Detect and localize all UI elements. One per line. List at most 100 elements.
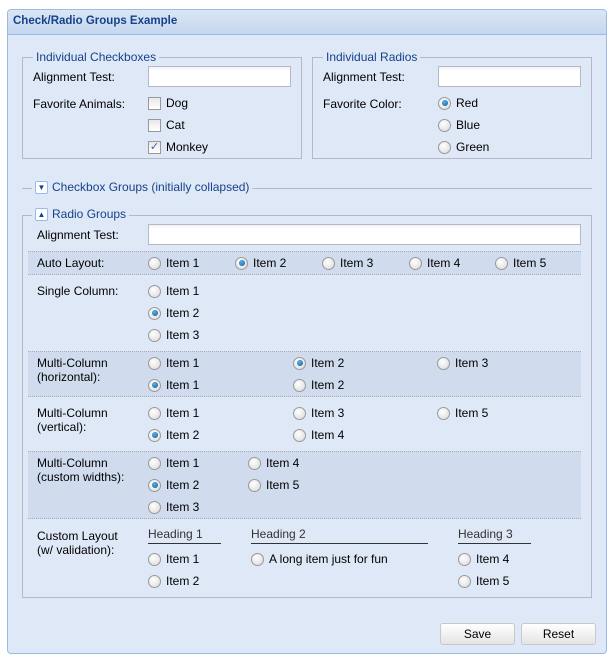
- mv-radio-4[interactable]: Item 4: [293, 427, 344, 443]
- mc-radio-4[interactable]: Item 4: [248, 455, 299, 471]
- option-label: Item 2: [166, 306, 200, 320]
- option-label: Item 2: [166, 478, 200, 492]
- multi-custom-row: [28, 451, 581, 519]
- alignment-label: Alignment Test:: [37, 228, 119, 242]
- option-label: Item 3: [455, 356, 489, 370]
- mc-radio-2[interactable]: Item 2: [148, 477, 199, 493]
- radio-icon: [148, 256, 161, 270]
- option-label: Item 2: [166, 428, 200, 442]
- radio-icon: [248, 478, 261, 492]
- radio-blue[interactable]: Blue: [438, 117, 480, 133]
- radio-icon: [148, 552, 161, 566]
- mh-radio-4[interactable]: Item 1: [148, 377, 199, 393]
- mc-radio-5[interactable]: Item 5: [248, 477, 299, 493]
- mv-radio-2[interactable]: Item 2: [148, 427, 199, 443]
- save-button[interactable]: Save: [440, 623, 515, 645]
- auto-radio-3[interactable]: Item 3: [322, 255, 373, 271]
- single-radio-2[interactable]: Item 2: [148, 305, 199, 321]
- radio-selected-icon: [148, 428, 161, 442]
- radio-groups-legend[interactable]: ▲ Radio Groups: [32, 207, 130, 221]
- option-label: Blue: [456, 118, 481, 132]
- mh-radio-1[interactable]: Item 1: [148, 355, 199, 371]
- mh-radio-3[interactable]: Item 3: [437, 355, 488, 371]
- legend-label: Radio Groups: [52, 207, 127, 221]
- option-label: Item 5: [266, 478, 300, 492]
- radio-green[interactable]: Green: [438, 139, 489, 155]
- checkbox-monkey[interactable]: ✓ Monkey: [148, 139, 208, 155]
- radio-icon: [438, 140, 451, 154]
- collapse-toggle-icon[interactable]: ▲: [35, 207, 48, 221]
- legend-label: Checkbox Groups (initially collapsed): [52, 180, 250, 194]
- radio-selected-icon: [235, 256, 248, 270]
- option-label: Item 3: [340, 256, 374, 270]
- alignment-input[interactable]: [438, 66, 581, 87]
- mh-radio-5[interactable]: Item 2: [293, 377, 344, 393]
- checkbox-dog[interactable]: Dog: [148, 95, 188, 111]
- alignment-label: Alignment Test:: [33, 70, 115, 84]
- radio-red[interactable]: Red: [438, 95, 478, 111]
- reset-button[interactable]: Reset: [521, 623, 596, 645]
- multi-custom-label-2: (custom widths):: [37, 470, 125, 484]
- radio-selected-icon: [148, 306, 161, 320]
- auto-radio-5[interactable]: Item 5: [495, 255, 546, 271]
- option-label: Green: [456, 140, 490, 154]
- auto-radio-4[interactable]: Item 4: [409, 255, 460, 271]
- option-label: Dog: [166, 96, 189, 110]
- radio-icon: [293, 428, 306, 442]
- radio-icon: [293, 406, 306, 420]
- auto-layout-label: Auto Layout:: [37, 256, 105, 270]
- mc-radio-3[interactable]: Item 3: [148, 499, 199, 515]
- mv-radio-1[interactable]: Item 1: [148, 405, 199, 421]
- checkbox-checked-icon: ✓: [148, 140, 161, 154]
- radio-icon: [437, 406, 450, 420]
- cl-radio-5[interactable]: Item 5: [458, 573, 509, 589]
- auto-radio-2[interactable]: Item 2: [235, 255, 286, 271]
- option-label: Item 1: [166, 552, 200, 566]
- option-label: Item 3: [166, 328, 200, 342]
- mv-radio-5[interactable]: Item 5: [437, 405, 488, 421]
- option-label: A long item just for fun: [269, 552, 388, 566]
- cl-radio-1[interactable]: Item 1: [148, 551, 199, 567]
- checkbox-icon: [148, 96, 161, 110]
- option-label: Item 1: [166, 456, 200, 470]
- radio-icon: [458, 574, 471, 588]
- multi-horizontal-label-2: (horizontal):: [37, 370, 101, 384]
- option-label: Cat: [166, 118, 185, 132]
- column-heading-2: Heading 2: [251, 527, 428, 544]
- mh-radio-2[interactable]: Item 2: [293, 355, 344, 371]
- radio-icon: [148, 284, 161, 298]
- radio-icon: [458, 552, 471, 566]
- cl-radio-4[interactable]: Item 4: [458, 551, 509, 567]
- option-label: Item 3: [166, 500, 200, 514]
- checkbox-groups-legend[interactable]: ▼ Checkbox Groups (initially collapsed): [32, 180, 253, 194]
- radio-icon: [148, 456, 161, 470]
- option-label: Item 4: [427, 256, 461, 270]
- radio-icon: [148, 356, 161, 370]
- alignment-input[interactable]: [148, 66, 291, 87]
- radio-icon: [322, 256, 335, 270]
- radio-icon: [148, 406, 161, 420]
- option-label: Item 4: [476, 552, 510, 566]
- single-radio-3[interactable]: Item 3: [148, 327, 199, 343]
- expand-toggle-icon[interactable]: ▼: [35, 180, 48, 194]
- radio-icon: [148, 328, 161, 342]
- auto-radio-1[interactable]: Item 1: [148, 255, 199, 271]
- option-label: Item 4: [311, 428, 345, 442]
- single-column-label: Single Column:: [37, 284, 119, 298]
- alignment-input[interactable]: [148, 224, 581, 245]
- fieldset-legend: Individual Checkboxes: [33, 50, 160, 64]
- option-label: Item 3: [311, 406, 345, 420]
- radio-selected-icon: [293, 356, 306, 370]
- mc-radio-1[interactable]: Item 1: [148, 455, 199, 471]
- cl-radio-2[interactable]: Item 2: [148, 573, 199, 589]
- single-radio-1[interactable]: Item 1: [148, 283, 199, 299]
- alignment-label: Alignment Test:: [323, 70, 405, 84]
- cl-radio-long[interactable]: A long item just for fun: [251, 551, 388, 567]
- column-heading-1: Heading 1: [148, 527, 221, 544]
- checkbox-cat[interactable]: Cat: [148, 117, 185, 133]
- option-label: Item 4: [266, 456, 300, 470]
- option-label: Item 1: [166, 284, 200, 298]
- multi-horizontal-label: Multi-Column: [37, 356, 108, 370]
- mv-radio-3[interactable]: Item 3: [293, 405, 344, 421]
- column-heading-3: Heading 3: [458, 527, 531, 544]
